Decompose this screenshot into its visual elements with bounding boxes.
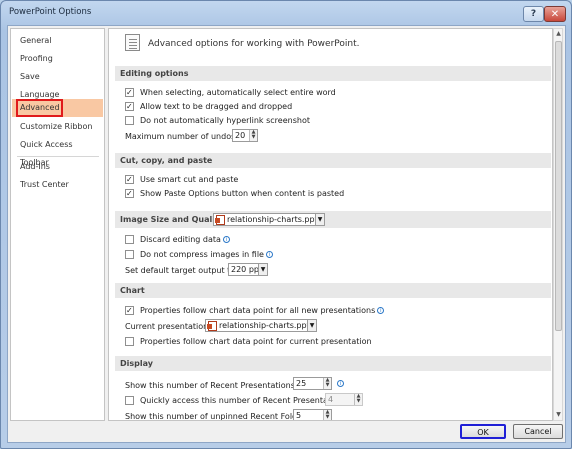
checkbox-discard-editing-data[interactable] <box>125 235 134 244</box>
folders-spin-buttons[interactable]: ▲ ▼ <box>323 410 331 420</box>
options-dialog: PowerPoint Options ? ✕ General Proofing … <box>0 0 572 449</box>
category-list: General Proofing Save Language Advanced … <box>10 28 105 421</box>
undos-spin-buttons[interactable]: ▲ ▼ <box>249 130 257 141</box>
current-presentation-label: Current presentation: <box>125 322 211 331</box>
cancel-button[interactable]: Cancel <box>513 424 563 439</box>
nav-item-proofing[interactable]: Proofing <box>12 50 103 68</box>
nav-item-customize-ribbon[interactable]: Customize Ribbon <box>12 118 103 136</box>
quick-access-spin-buttons: ▲ ▼ <box>354 394 362 405</box>
info-icon: i <box>337 380 344 387</box>
nav-item-quick-access-toolbar[interactable]: Quick Access Toolbar <box>12 136 103 167</box>
recent-folders-stepper[interactable]: 5 ▲ ▼ <box>293 409 332 420</box>
section-image-size-quality: Image Size and Quality <box>115 211 551 228</box>
title-bar: PowerPoint Options ? ✕ <box>1 1 571 25</box>
section-display: Display <box>115 356 551 371</box>
scroll-thumb[interactable] <box>555 41 562 331</box>
recent-presentations-label: Show this number of Recent Presentations… <box>125 381 298 390</box>
current-presentation-dropdown[interactable]: relationship-charts.pptx ▼ <box>205 319 317 332</box>
ok-button[interactable]: OK <box>460 424 506 439</box>
max-undos-stepper[interactable]: 20 ▲ ▼ <box>232 129 258 142</box>
recent-folders-label: Show this number of unpinned Recent Fold… <box>125 412 313 421</box>
options-scrollbar[interactable]: ▲ ▼ <box>553 28 563 421</box>
target-output-label: Set default target output to: <box>125 266 238 275</box>
section-chart: Chart <box>115 283 551 298</box>
checkbox-quick-access-recent[interactable] <box>125 396 134 405</box>
nav-item-save[interactable]: Save <box>12 68 103 86</box>
target-output-dropdown[interactable]: 220 ppi ▼ <box>228 263 268 276</box>
help-button[interactable]: ? <box>523 6 544 22</box>
checkbox-select-entire-word[interactable] <box>125 86 134 99</box>
info-icon: i <box>377 307 385 314</box>
checkbox-chart-current[interactable] <box>125 337 134 346</box>
checkbox-smart-cut-paste[interactable] <box>125 173 134 186</box>
page-heading: Advanced options for working with PowerP… <box>148 39 360 49</box>
section-editing-options: Editing options <box>115 66 551 81</box>
info-icon: i <box>265 251 273 258</box>
recent-spin-buttons[interactable]: ▲ ▼ <box>323 378 331 389</box>
chevron-down-icon: ▼ <box>307 320 316 331</box>
undos-label: Maximum number of undos: <box>125 132 238 141</box>
advanced-options-pane: Advanced options for working with PowerP… <box>108 28 553 421</box>
checkbox-no-auto-hyperlink[interactable] <box>125 116 134 125</box>
nav-divider <box>17 156 99 157</box>
recent-presentations-stepper[interactable]: 25 ▲ ▼ <box>293 377 332 390</box>
checkbox-chart-all-new[interactable] <box>125 304 134 317</box>
nav-item-advanced[interactable]: Advanced <box>12 99 103 117</box>
dialog-body: General Proofing Save Language Advanced … <box>7 25 566 443</box>
scroll-down-arrow-icon[interactable]: ▼ <box>555 411 562 419</box>
selection-highlight <box>16 99 63 117</box>
nav-item-general[interactable]: General <box>12 32 103 50</box>
nav-item-trust-center[interactable]: Trust Center <box>12 176 103 194</box>
scroll-up-arrow-icon[interactable]: ▲ <box>555 30 562 38</box>
chevron-down-icon: ▼ <box>258 264 267 275</box>
options-page-icon <box>125 34 140 51</box>
checkbox-show-paste-options[interactable] <box>125 187 134 200</box>
pptx-file-icon <box>207 320 217 331</box>
image-file-dropdown[interactable]: relationship-charts.pptx ▼ <box>213 213 325 226</box>
checkbox-do-not-compress[interactable] <box>125 250 134 259</box>
pptx-file-icon <box>215 214 225 225</box>
close-button[interactable]: ✕ <box>544 6 566 22</box>
nav-item-add-ins[interactable]: Add-Ins <box>12 158 103 176</box>
window-title: PowerPoint Options <box>9 7 92 17</box>
info-icon: i <box>222 236 230 243</box>
chevron-down-icon: ▼ <box>315 214 324 225</box>
section-cut-copy-paste: Cut, copy, and paste <box>115 153 551 168</box>
quick-access-stepper: 4 ▲ ▼ <box>325 393 363 406</box>
checkbox-drag-drop-text[interactable] <box>125 100 134 113</box>
